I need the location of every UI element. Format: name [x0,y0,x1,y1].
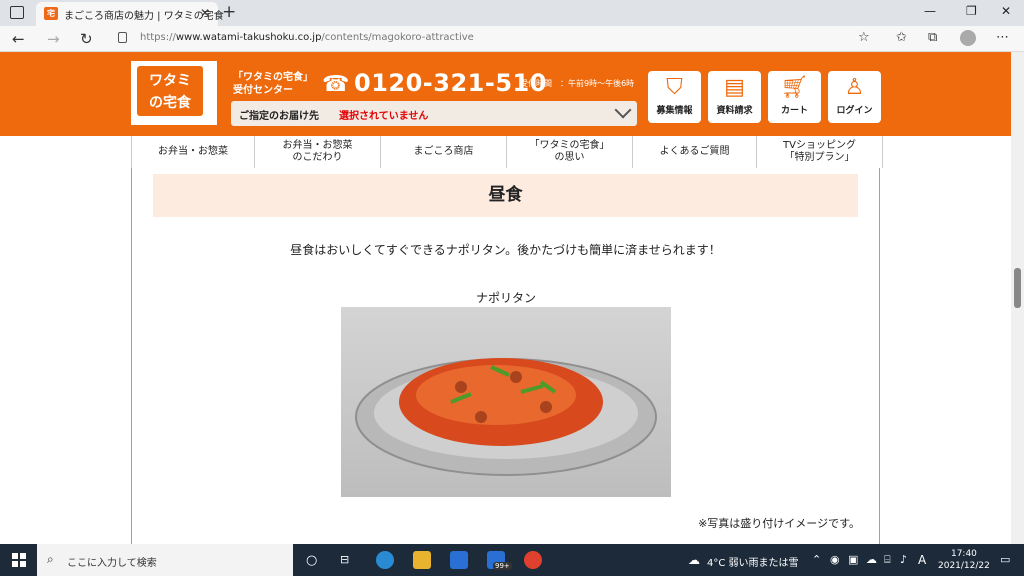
photo-caption: ナポリタン [475,291,536,305]
volume-icon[interactable]: ♪ [900,553,907,566]
phone-icon: ☎ [322,72,350,97]
section-title: 昼食 [153,174,858,217]
lead-text: 昼食はおいしくてすぐできるナポリタン。後かたづけも簡単に済ませられます！ [290,243,721,257]
forward-icon[interactable]: → [47,30,60,48]
phone-number[interactable]: 0120-321-510 [354,69,547,97]
network-icon[interactable]: ⌸ [884,553,891,567]
tab-bar: 宅 まごころ商店の魅力 | ワタミの宅食 ✕ + — ❐ ✕ [0,0,1024,26]
cortana-icon[interactable]: ○ [306,553,317,568]
notification-icon[interactable]: ▭ [1000,553,1010,566]
document-icon: ▤ [724,75,745,100]
favicon-icon: 宅 [44,7,58,20]
cart-button[interactable]: 🛒︎ カート [768,71,821,123]
login-button[interactable]: ♙ ログイン [828,71,881,123]
napolitan-photo [341,307,671,497]
chrome-icon[interactable] [524,551,542,569]
new-tab-icon[interactable]: + [222,2,236,22]
nav-tv-shopping[interactable]: TVショッピング 「特別プラン」 [757,136,883,168]
minimize-icon[interactable]: — [924,4,936,18]
task-view-icon[interactable]: ⊟ [340,553,349,566]
url-text: https://www.watami-takushoku.co.jp/conte… [140,32,474,43]
back-icon[interactable]: ← [12,30,25,48]
person-icon: ♙ [844,75,865,100]
ime-indicator[interactable]: A [918,553,926,567]
taskbar-search[interactable]: ⌕ ここに入力して検索 [37,544,293,576]
nav-philosophy[interactable]: 「ワタミの宅食」 の思い [507,136,633,168]
refresh-icon[interactable]: ↻ [80,30,93,48]
avatar[interactable] [960,30,976,46]
delivery-address-select[interactable]: ご指定のお届け先 選択されていません [231,101,637,126]
restore-icon[interactable]: ❐ [966,4,977,18]
tray-app-icon[interactable]: ◉ [830,553,840,566]
tab-actions-icon[interactable] [10,6,24,19]
address-bar-row: ← → ↻ https://www.watami-takushoku.co.jp… [0,26,1024,52]
nav-bento[interactable]: お弁当・お惣菜 [131,136,255,168]
browser-tab[interactable]: 宅 まごころ商店の魅力 | ワタミの宅食 ✕ [36,2,224,26]
delivery-value: 選択されていません [339,111,429,122]
explorer-icon[interactable] [413,551,431,569]
request-docs-button[interactable]: ▤ 資料請求 [708,71,761,123]
recruit-button[interactable]: ⛉ 募集情報 [648,71,701,123]
photo-note: ※写真は盛り付けイメージです。 [698,517,860,530]
nav-magokoro-shop[interactable]: まごころ商店 [381,136,507,168]
business-hours: 受付時間 ：午前9時〜午後6時 [520,79,635,88]
delivery-label: ご指定のお届け先 [239,111,319,122]
mail-badge: 99+ [493,562,512,570]
site-logo[interactable]: ワタミ の宅食 [131,61,217,125]
weather-icon[interactable]: ☁ [688,553,700,567]
favorites-icon[interactable]: ✩ [896,30,907,45]
nav-faq[interactable]: よくあるご質問 [633,136,757,168]
weather-text[interactable]: 4°C 弱い雨または雪 [707,554,799,569]
nav-commitment[interactable]: お弁当・お惣菜 のこだわり [255,136,381,168]
logo-mark: ワタミ の宅食 [137,66,203,116]
search-icon: ⌕ [47,552,54,566]
onedrive-icon[interactable]: ☁ [866,553,877,566]
edge-icon[interactable] [376,551,394,569]
scrollbar-thumb[interactable] [1014,268,1021,308]
windows-start-icon[interactable] [12,553,26,567]
lock-icon [118,32,127,43]
global-nav: お弁当・お惣菜 お弁当・お惣菜 のこだわり まごころ商店 「ワタミの宅食」 の思い … [131,136,883,168]
url-field[interactable]: https://www.watami-takushoku.co.jp/conte… [110,29,890,49]
tray-app2-icon[interactable]: ▣ [848,553,858,566]
store-icon[interactable] [450,551,468,569]
favorite-star-icon[interactable]: ☆ [858,30,870,45]
taskbar: ⌕ ここに入力して検索 ○ ⊟ 99+ ☁ 4°C 弱い雨または雪 ⌃ ◉ ▣ … [0,544,1024,576]
apron-icon: ⛉ [666,75,683,100]
call-center-label: 「ワタミの宅食」 受付センター [233,72,313,96]
chevron-down-icon [614,101,632,119]
close-tab-icon[interactable]: ✕ [200,6,210,20]
more-icon[interactable]: ⋯ [996,30,1009,45]
collections-icon[interactable]: ⧉ [928,30,937,45]
clock[interactable]: 17:40 2021/12/22 [938,548,990,572]
close-window-icon[interactable]: ✕ [1001,4,1011,18]
tray-chevron-icon[interactable]: ⌃ [812,553,821,566]
cart-icon: 🛒︎ [780,75,809,100]
